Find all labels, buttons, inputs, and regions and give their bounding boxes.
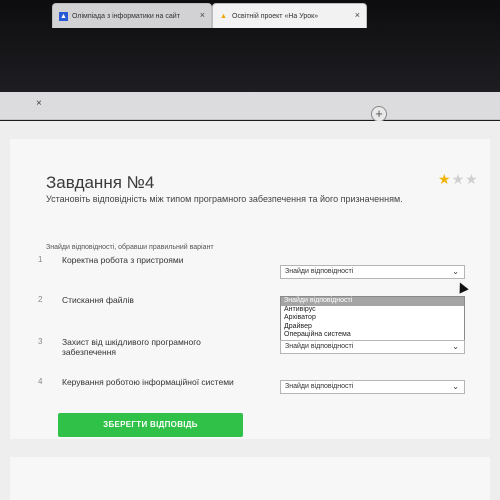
dropdown-option[interactable]: Операційна система bbox=[281, 331, 464, 340]
question-text: Захист від шкідливого програмного забезп… bbox=[62, 337, 201, 357]
answer-select[interactable]: Знайди відповідності ⌄ bbox=[280, 340, 465, 354]
question-number: 4 bbox=[38, 377, 43, 386]
task-card: Завдання №4 ★★★ Установіть відповідність… bbox=[10, 139, 490, 439]
star-filled-icon: ★ bbox=[438, 171, 452, 187]
mouse-cursor-icon bbox=[455, 280, 469, 294]
page-title: Завдання №4 bbox=[46, 173, 155, 192]
star-empty-icon: ★ bbox=[465, 171, 479, 187]
select-value: Знайди відповідності bbox=[285, 383, 354, 390]
close-icon[interactable]: × bbox=[355, 10, 360, 20]
question-number: 1 bbox=[38, 255, 43, 264]
question-text: Керування роботою інформаційної системи bbox=[62, 377, 234, 387]
select-value: Знайди відповідності bbox=[285, 268, 354, 275]
new-tab-button[interactable]: + bbox=[371, 106, 387, 122]
star-empty-icon: ★ bbox=[451, 171, 466, 187]
page: Завдання №4 ★★★ Установіть відповідність… bbox=[0, 121, 500, 500]
tab-label: Освітній проект «На Урок» bbox=[232, 12, 319, 20]
answer-select[interactable]: Знайди відповідності ⌄ bbox=[280, 265, 465, 279]
question-text: Стискання файлів bbox=[62, 295, 134, 305]
close-icon[interactable]: × bbox=[36, 98, 42, 109]
dropdown-option[interactable]: Антивірус bbox=[281, 306, 464, 315]
chevron-down-icon: ⌄ bbox=[452, 267, 459, 276]
question-text: Коректна робота з пристроями bbox=[62, 255, 184, 265]
question-number: 2 bbox=[38, 295, 43, 304]
chevron-down-icon: ⌄ bbox=[452, 382, 459, 391]
tab-na-urok[interactable]: ▲ Освітній проект «На Урок» × bbox=[212, 3, 367, 28]
next-card bbox=[10, 457, 490, 500]
answer-dropdown: Знайди відповідності Антивірус Архіватор… bbox=[280, 296, 465, 341]
tab-label: Олімпіада з інформатики на сайт bbox=[72, 12, 180, 20]
dropdown-option[interactable]: Знайди відповідності bbox=[281, 297, 464, 306]
difficulty-stars: ★★★ bbox=[438, 171, 479, 188]
question-number: 3 bbox=[38, 337, 43, 346]
task-hint: Знайди відповідності, обравши правильний… bbox=[46, 244, 214, 251]
select-value: Знайди відповідності bbox=[285, 343, 354, 350]
browser-tab-bar bbox=[0, 92, 500, 120]
site-logo-icon: ▲ bbox=[59, 11, 68, 21]
na-urok-logo-icon: ▲ bbox=[220, 12, 227, 20]
chevron-down-icon: ⌄ bbox=[452, 342, 459, 351]
answer-select[interactable]: Знайди відповідності ⌄ bbox=[280, 380, 465, 394]
close-icon[interactable]: × bbox=[200, 10, 205, 20]
dropdown-option[interactable]: Архіватор bbox=[281, 314, 464, 323]
dropdown-option[interactable]: Драйвер bbox=[281, 323, 464, 332]
task-instruction: Установіть відповідність між типом прогр… bbox=[46, 194, 403, 204]
save-answer-button[interactable]: ЗБЕРЕГТИ ВІДПОВІДЬ bbox=[58, 413, 243, 437]
tab-olympiad[interactable]: ▲ Олімпіада з інформатики на сайт × bbox=[52, 3, 212, 28]
